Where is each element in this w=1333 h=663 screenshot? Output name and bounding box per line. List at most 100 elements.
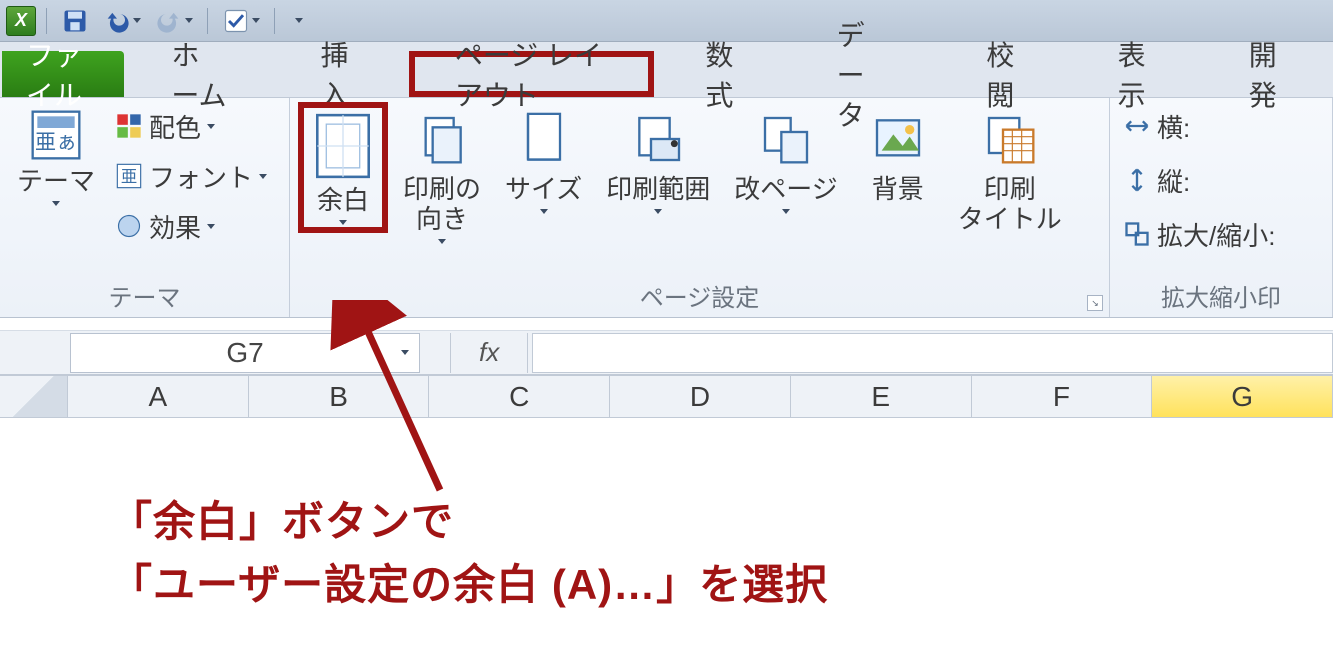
column-header[interactable]: A bbox=[68, 376, 249, 417]
chevron-down-icon bbox=[654, 209, 662, 214]
margins-icon bbox=[311, 110, 375, 182]
size-label: サイズ bbox=[505, 175, 582, 205]
chevron-down-icon bbox=[295, 18, 303, 23]
effects-button[interactable]: 効果 bbox=[110, 202, 272, 250]
qat-customize-button[interactable] bbox=[285, 7, 313, 35]
fx-button[interactable]: fx bbox=[450, 333, 528, 373]
chevron-down-icon bbox=[782, 209, 790, 214]
svg-text:亜ぁ: 亜ぁ bbox=[35, 131, 77, 154]
redo-icon bbox=[155, 7, 183, 35]
qat-separator bbox=[274, 8, 275, 34]
tab-home[interactable]: ホーム bbox=[128, 51, 269, 97]
chevron-down-icon bbox=[259, 174, 267, 179]
print-titles-icon bbox=[982, 107, 1038, 171]
formula-bar-row: G7 fx bbox=[0, 330, 1333, 376]
themes-label: テーマ bbox=[17, 167, 95, 197]
qat-separator bbox=[207, 8, 208, 34]
chevron-down-icon bbox=[339, 220, 347, 225]
chevron-down-icon bbox=[401, 350, 409, 355]
width-icon bbox=[1123, 112, 1151, 140]
fonts-icon: 亜 bbox=[115, 162, 143, 190]
ribbon-tabs: ファイル ホーム 挿入 ページ レイアウト 数式 データ 校閲 表示 開発 bbox=[0, 42, 1333, 98]
formula-input[interactable] bbox=[532, 333, 1333, 373]
app-letter: X bbox=[15, 10, 27, 31]
select-all-corner[interactable] bbox=[0, 376, 68, 417]
tab-view[interactable]: 表示 bbox=[1075, 51, 1198, 97]
tab-file[interactable]: ファイル bbox=[2, 51, 124, 97]
column-header[interactable]: B bbox=[249, 376, 430, 417]
page-setup-dialog-launcher[interactable]: ↘ bbox=[1087, 295, 1103, 311]
column-header[interactable]: E bbox=[791, 376, 972, 417]
ribbon: 亜ぁ テーマ 配色 亜 フォント 効果 bbox=[0, 98, 1333, 318]
chevron-down-icon bbox=[438, 239, 446, 244]
tab-data[interactable]: データ bbox=[794, 51, 936, 97]
tab-developer[interactable]: 開発 bbox=[1206, 51, 1329, 97]
qat-check-button[interactable] bbox=[218, 7, 264, 35]
undo-icon bbox=[103, 7, 131, 35]
chevron-down-icon bbox=[252, 18, 260, 23]
scale-row[interactable]: 拡大/縮小: bbox=[1118, 210, 1280, 258]
background-button[interactable]: 背景 bbox=[853, 102, 943, 210]
breaks-icon bbox=[758, 107, 814, 171]
undo-button[interactable] bbox=[99, 7, 145, 35]
annotation-line2: 「ユーザー設定の余白 (A)…」を選択 bbox=[110, 553, 828, 616]
themes-button[interactable]: 亜ぁ テーマ bbox=[8, 102, 104, 211]
chevron-down-icon bbox=[540, 209, 548, 214]
chevron-down-icon bbox=[185, 18, 193, 23]
group-themes: 亜ぁ テーマ 配色 亜 フォント 効果 bbox=[0, 98, 290, 317]
orientation-icon bbox=[414, 107, 470, 171]
tab-review[interactable]: 校閲 bbox=[943, 51, 1066, 97]
tab-page-layout[interactable]: ページ レイアウト bbox=[409, 51, 655, 97]
group-label-scale: 拡大縮小印 bbox=[1118, 274, 1324, 315]
width-row[interactable]: 横: bbox=[1118, 102, 1280, 150]
print-titles-label: 印刷 タイトル bbox=[958, 175, 1062, 235]
height-icon bbox=[1123, 166, 1151, 194]
annotation-text: 「余白」ボタンで 「ユーザー設定の余白 (A)…」を選択 bbox=[110, 490, 828, 616]
annotation-line1: 「余白」ボタンで bbox=[110, 490, 828, 553]
background-icon bbox=[870, 107, 926, 171]
tab-formulas[interactable]: 数式 bbox=[662, 51, 785, 97]
chevron-down-icon bbox=[207, 124, 215, 129]
excel-app-icon[interactable]: X bbox=[6, 6, 36, 36]
svg-text:亜: 亜 bbox=[121, 168, 137, 186]
margins-label: 余白 bbox=[317, 186, 369, 216]
colors-button[interactable]: 配色 bbox=[110, 102, 272, 150]
qat-separator bbox=[46, 8, 47, 34]
save-button[interactable] bbox=[57, 7, 93, 35]
group-page-setup: 余白 印刷の 向き サイズ 印刷範囲 改ページ bbox=[290, 98, 1110, 317]
orientation-label: 印刷の 向き bbox=[403, 175, 481, 235]
scale-icon bbox=[1123, 220, 1151, 248]
group-scale: 横: 縦: 拡大/縮小: 拡大縮小印 bbox=[1110, 98, 1333, 317]
effects-icon bbox=[115, 212, 143, 240]
column-header[interactable]: D bbox=[610, 376, 791, 417]
print-titles-button[interactable]: 印刷 タイトル bbox=[949, 102, 1071, 240]
column-header-active[interactable]: G bbox=[1152, 376, 1333, 417]
chevron-down-icon bbox=[52, 201, 60, 206]
print-area-label: 印刷範囲 bbox=[606, 175, 710, 205]
print-area-icon bbox=[630, 107, 686, 171]
orientation-button[interactable]: 印刷の 向き bbox=[394, 102, 490, 249]
redo-button[interactable] bbox=[151, 7, 197, 35]
check-icon bbox=[222, 7, 250, 35]
name-box-value: G7 bbox=[226, 337, 263, 369]
print-area-button[interactable]: 印刷範囲 bbox=[597, 102, 719, 219]
column-header[interactable]: C bbox=[429, 376, 610, 417]
fonts-button[interactable]: 亜 フォント bbox=[110, 152, 272, 200]
height-row[interactable]: 縦: bbox=[1118, 156, 1280, 204]
background-label: 背景 bbox=[872, 175, 924, 205]
name-box[interactable]: G7 bbox=[70, 333, 420, 373]
breaks-label: 改ページ bbox=[734, 175, 837, 205]
breaks-button[interactable]: 改ページ bbox=[725, 102, 846, 219]
colors-icon bbox=[115, 112, 143, 140]
size-button[interactable]: サイズ bbox=[496, 102, 591, 219]
themes-icon: 亜ぁ bbox=[28, 107, 84, 163]
chevron-down-icon bbox=[207, 224, 215, 229]
tab-insert[interactable]: 挿入 bbox=[278, 51, 401, 97]
save-icon bbox=[61, 7, 89, 35]
size-icon bbox=[516, 107, 572, 171]
column-header-row: A B C D E F G bbox=[0, 376, 1333, 418]
chevron-down-icon bbox=[133, 18, 141, 23]
margins-button[interactable]: 余白 bbox=[298, 102, 388, 233]
column-header[interactable]: F bbox=[972, 376, 1153, 417]
group-label-page-setup: ページ設定 bbox=[298, 274, 1101, 315]
